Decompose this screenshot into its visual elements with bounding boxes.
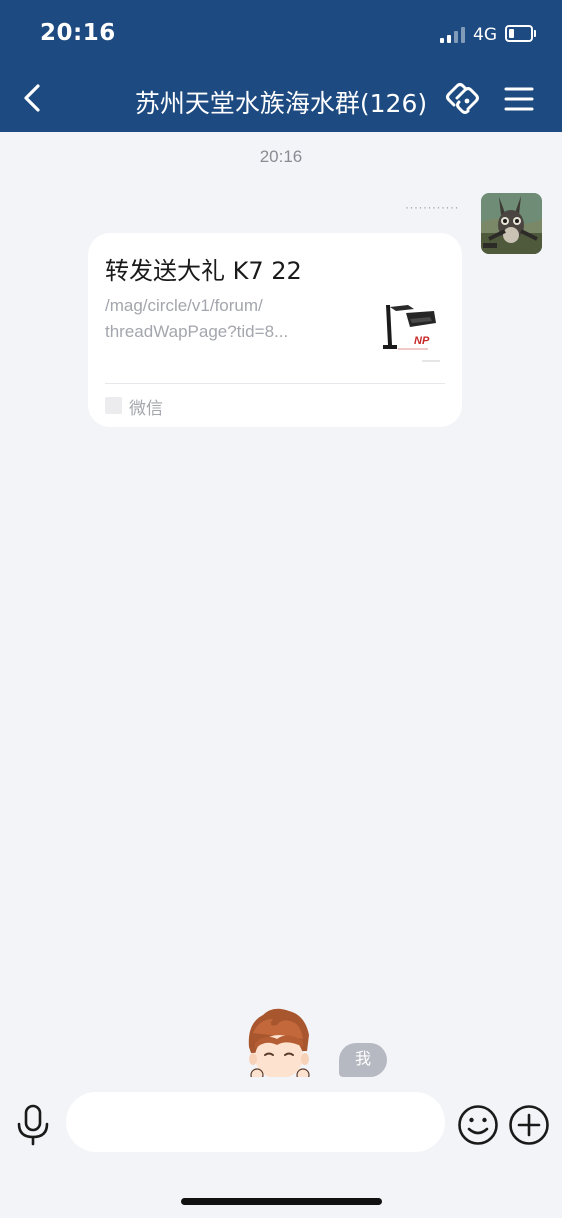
top-bar: 20:16 4G 苏州天堂水族海水群(126) xyxy=(0,0,562,132)
more-actions-button[interactable] xyxy=(508,1104,550,1146)
card-description: /mag/circle/v1/forum/ threadWapPage?tid=… xyxy=(105,293,335,345)
message-input[interactable] xyxy=(66,1092,445,1152)
me-badge: 我 xyxy=(339,1043,387,1077)
home-indicator[interactable] xyxy=(181,1198,382,1205)
wechat-source-icon xyxy=(105,397,122,414)
share-link-button[interactable] xyxy=(443,80,483,118)
back-button[interactable] xyxy=(16,80,52,116)
card-title: 转发送大礼 K7 22 xyxy=(105,257,302,285)
shared-link-card[interactable]: 转发送大礼 K7 22 /mag/circle/v1/forum/ thread… xyxy=(88,233,462,427)
status-time: 20:16 xyxy=(40,20,116,46)
chat-timestamp: 20:16 xyxy=(259,147,303,166)
plus-icon xyxy=(509,1105,549,1145)
voice-input-button[interactable] xyxy=(14,1103,52,1147)
user-avatar[interactable] xyxy=(481,193,542,254)
card-source: 微信 xyxy=(129,399,163,418)
microphone-icon xyxy=(17,1104,49,1146)
cartoon-boy-sticker[interactable] xyxy=(243,1005,315,1077)
aquarium-light-thumbnail: NP xyxy=(380,299,446,369)
card-description-line-1: /mag/circle/v1/forum/ xyxy=(105,296,263,315)
chat-title: 苏州天堂水族海水群(126) xyxy=(134,89,428,118)
chevron-left-icon xyxy=(24,84,40,112)
card-description-line-2: threadWapPage?tid=8... xyxy=(105,322,289,341)
battery-icon xyxy=(505,25,536,42)
link-icon xyxy=(446,83,479,114)
menu-button[interactable] xyxy=(503,84,535,114)
network-type: 4G xyxy=(473,25,497,45)
menu-icon xyxy=(504,87,534,111)
emoji-button[interactable] xyxy=(457,1104,499,1146)
avatar-image xyxy=(481,193,542,254)
emoji-icon xyxy=(458,1105,498,1145)
thumb-brand-text: NP xyxy=(414,335,430,347)
signal-icon xyxy=(440,27,467,43)
sender-name: ············ xyxy=(405,200,459,214)
card-divider xyxy=(105,383,445,384)
